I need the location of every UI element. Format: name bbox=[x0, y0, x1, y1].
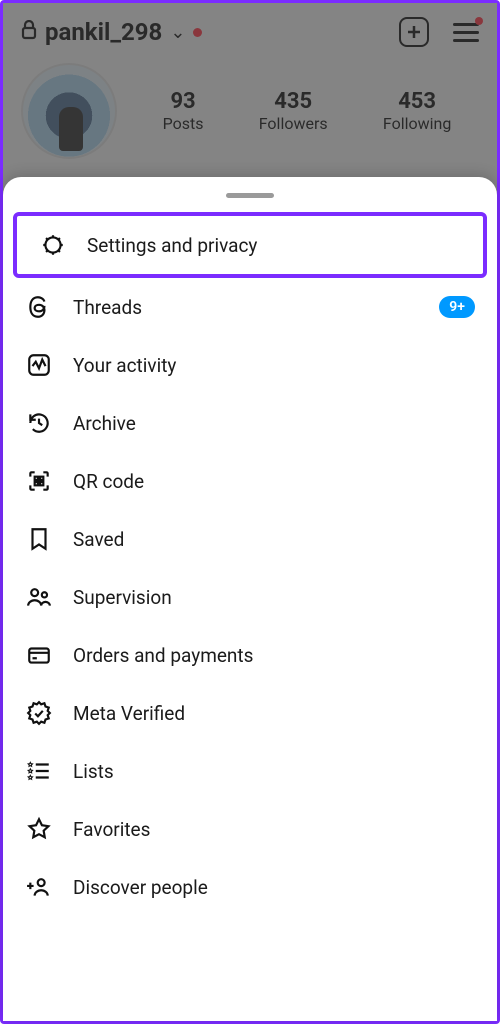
menu-label: Discover people bbox=[73, 876, 475, 899]
menu-item-discover[interactable]: Discover people bbox=[3, 858, 497, 916]
supervision-icon bbox=[25, 583, 53, 611]
chevron-down-icon: ⌄ bbox=[170, 22, 185, 43]
archive-icon bbox=[25, 409, 53, 437]
menu-item-settings[interactable]: Settings and privacy bbox=[13, 212, 487, 278]
stat-posts[interactable]: 93 Posts bbox=[163, 89, 204, 133]
menu-bottom-sheet: Settings and privacy Threads 9+ bbox=[3, 177, 497, 1021]
sheet-drag-handle[interactable] bbox=[226, 193, 274, 198]
qr-icon bbox=[25, 467, 53, 495]
menu-label: Meta Verified bbox=[73, 702, 475, 725]
verified-icon bbox=[25, 699, 53, 727]
gear-icon bbox=[39, 231, 67, 259]
menu-button[interactable] bbox=[453, 23, 479, 42]
menu-item-supervision[interactable]: Supervision bbox=[3, 568, 497, 626]
star-icon bbox=[25, 815, 53, 843]
menu-item-threads[interactable]: Threads 9+ bbox=[3, 278, 497, 336]
notification-dot bbox=[193, 28, 202, 37]
profile-stats-row: 93 Posts 435 Followers 453 Following bbox=[3, 47, 497, 159]
menu-label: Archive bbox=[73, 412, 475, 435]
avatar[interactable] bbox=[21, 63, 117, 159]
top-actions bbox=[399, 17, 479, 47]
menu-label: Saved bbox=[73, 528, 475, 551]
menu-item-saved[interactable]: Saved bbox=[3, 510, 497, 568]
menu-label: Orders and payments bbox=[73, 644, 475, 667]
create-button[interactable] bbox=[399, 17, 429, 47]
lists-icon bbox=[25, 757, 53, 785]
menu-label: Favorites bbox=[73, 818, 475, 841]
menu-label: QR code bbox=[73, 470, 475, 493]
profile-topbar: pankil_298 ⌄ bbox=[3, 3, 497, 47]
username-selector[interactable]: pankil_298 ⌄ bbox=[21, 18, 202, 46]
app-screen: pankil_298 ⌄ 93 Posts bbox=[0, 0, 500, 1024]
menu-item-qr[interactable]: QR code bbox=[3, 452, 497, 510]
threads-icon bbox=[25, 293, 53, 321]
activity-icon bbox=[25, 351, 53, 379]
menu-label: Supervision bbox=[73, 586, 475, 609]
menu-item-orders[interactable]: Orders and payments bbox=[3, 626, 497, 684]
menu-label: Settings and privacy bbox=[87, 234, 461, 257]
card-icon bbox=[25, 641, 53, 669]
menu-notification-dot bbox=[475, 17, 483, 25]
lock-icon bbox=[21, 20, 37, 44]
menu-label: Lists bbox=[73, 760, 475, 783]
menu-item-lists[interactable]: Lists bbox=[3, 742, 497, 800]
bookmark-icon bbox=[25, 525, 53, 553]
threads-badge: 9+ bbox=[439, 296, 475, 318]
menu-label: Your activity bbox=[73, 354, 475, 377]
menu-item-archive[interactable]: Archive bbox=[3, 394, 497, 452]
menu-label: Threads bbox=[73, 296, 419, 319]
stat-following[interactable]: 453 Following bbox=[383, 89, 451, 133]
menu-item-meta-verified[interactable]: Meta Verified bbox=[3, 684, 497, 742]
menu-item-favorites[interactable]: Favorites bbox=[3, 800, 497, 858]
username-text: pankil_298 bbox=[45, 18, 162, 46]
stat-followers[interactable]: 435 Followers bbox=[259, 89, 328, 133]
menu-list: Settings and privacy Threads 9+ bbox=[3, 206, 497, 916]
menu-item-activity[interactable]: Your activity bbox=[3, 336, 497, 394]
discover-people-icon bbox=[25, 873, 53, 901]
